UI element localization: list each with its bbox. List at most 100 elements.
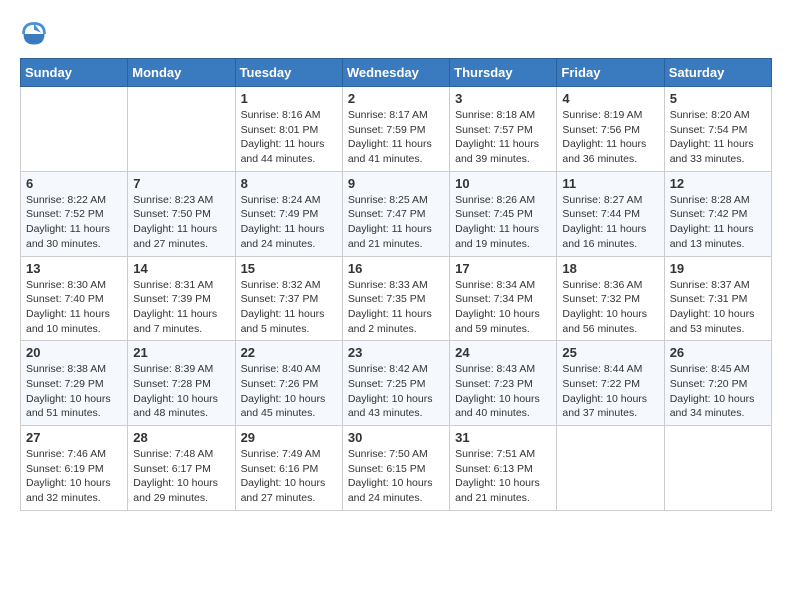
day-number: 19 — [670, 261, 766, 276]
day-info: Sunrise: 8:28 AM Sunset: 7:42 PM Dayligh… — [670, 193, 766, 252]
calendar-cell: 8Sunrise: 8:24 AM Sunset: 7:49 PM Daylig… — [235, 171, 342, 256]
day-info: Sunrise: 7:51 AM Sunset: 6:13 PM Dayligh… — [455, 447, 551, 506]
day-info: Sunrise: 8:36 AM Sunset: 7:32 PM Dayligh… — [562, 278, 658, 337]
day-number: 14 — [133, 261, 229, 276]
day-number: 16 — [348, 261, 444, 276]
week-row-2: 6 Sunrise: 8:22 AM Sunset: 7:52 PM Daylig… — [21, 171, 772, 256]
day-info: Sunrise: 8:17 AM Sunset: 7:59 PM Dayligh… — [348, 108, 444, 167]
calendar-cell: 7 Sunrise: 8:23 AM Sunset: 7:50 PM Daylig… — [128, 171, 235, 256]
day-info: Sunrise: 8:26 AM Sunset: 7:45 PM Dayligh… — [455, 193, 551, 252]
calendar-cell: 15 Sunrise: 8:32 AM Sunset: 7:37 PM Dayli… — [235, 256, 342, 341]
day-number: 8 — [241, 176, 337, 191]
day-info: Sunrise: 8:27 AM Sunset: 7:44 PM Dayligh… — [562, 193, 658, 252]
calendar-cell: 3Sunrise: 8:18 AM Sunset: 7:57 PM Daylig… — [450, 87, 557, 172]
calendar-cell: 27 Sunrise: 7:46 AM Sunset: 6:19 PM Dayli… — [21, 426, 128, 511]
calendar-cell: 23Sunrise: 8:42 AM Sunset: 7:25 PM Dayli… — [342, 341, 449, 426]
calendar-cell: 14 Sunrise: 8:31 AM Sunset: 7:39 PM Dayli… — [128, 256, 235, 341]
calendar-cell: 30 Sunrise: 7:50 AM Sunset: 6:15 PM Dayli… — [342, 426, 449, 511]
col-header-sunday: Sunday — [21, 59, 128, 87]
day-info: Sunrise: 8:44 AM Sunset: 7:22 PM Dayligh… — [562, 362, 658, 421]
col-header-saturday: Saturday — [664, 59, 771, 87]
calendar-cell: 12 Sunrise: 8:28 AM Sunset: 7:42 PM Dayli… — [664, 171, 771, 256]
calendar-cell: 1 Sunrise: 8:16 AM Sunset: 8:01 PM Daylig… — [235, 87, 342, 172]
day-info: Sunrise: 7:46 AM Sunset: 6:19 PM Dayligh… — [26, 447, 122, 506]
calendar-cell: 28Sunrise: 7:48 AM Sunset: 6:17 PM Dayli… — [128, 426, 235, 511]
day-number: 21 — [133, 345, 229, 360]
day-info: Sunrise: 8:43 AM Sunset: 7:23 PM Dayligh… — [455, 362, 551, 421]
day-info: Sunrise: 8:23 AM Sunset: 7:50 PM Dayligh… — [133, 193, 229, 252]
col-header-monday: Monday — [128, 59, 235, 87]
day-info: Sunrise: 8:45 AM Sunset: 7:20 PM Dayligh… — [670, 362, 766, 421]
week-row-5: 27 Sunrise: 7:46 AM Sunset: 6:19 PM Dayli… — [21, 426, 772, 511]
calendar-cell: 25 Sunrise: 8:44 AM Sunset: 7:22 PM Dayli… — [557, 341, 664, 426]
calendar-cell: 4 Sunrise: 8:19 AM Sunset: 7:56 PM Daylig… — [557, 87, 664, 172]
col-header-wednesday: Wednesday — [342, 59, 449, 87]
day-number: 29 — [241, 430, 337, 445]
calendar-cell — [664, 426, 771, 511]
col-header-tuesday: Tuesday — [235, 59, 342, 87]
calendar-cell — [557, 426, 664, 511]
day-number: 12 — [670, 176, 766, 191]
day-info: Sunrise: 8:37 AM Sunset: 7:31 PM Dayligh… — [670, 278, 766, 337]
page-header — [20, 20, 772, 48]
day-number: 17 — [455, 261, 551, 276]
calendar-cell: 18 Sunrise: 8:36 AM Sunset: 7:32 PM Dayli… — [557, 256, 664, 341]
day-number: 22 — [241, 345, 337, 360]
day-info: Sunrise: 8:19 AM Sunset: 7:56 PM Dayligh… — [562, 108, 658, 167]
day-info: Sunrise: 7:49 AM Sunset: 6:16 PM Dayligh… — [241, 447, 337, 506]
day-number: 7 — [133, 176, 229, 191]
day-number: 11 — [562, 176, 658, 191]
day-info: Sunrise: 7:50 AM Sunset: 6:15 PM Dayligh… — [348, 447, 444, 506]
day-number: 18 — [562, 261, 658, 276]
day-number: 20 — [26, 345, 122, 360]
day-number: 23 — [348, 345, 444, 360]
day-info: Sunrise: 8:20 AM Sunset: 7:54 PM Dayligh… — [670, 108, 766, 167]
logo — [20, 20, 52, 48]
day-number: 6 — [26, 176, 122, 191]
col-header-thursday: Thursday — [450, 59, 557, 87]
day-info: Sunrise: 8:40 AM Sunset: 7:26 PM Dayligh… — [241, 362, 337, 421]
logo-icon — [20, 20, 48, 48]
day-info: Sunrise: 8:33 AM Sunset: 7:35 PM Dayligh… — [348, 278, 444, 337]
day-info: Sunrise: 8:16 AM Sunset: 8:01 PM Dayligh… — [241, 108, 337, 167]
day-info: Sunrise: 8:31 AM Sunset: 7:39 PM Dayligh… — [133, 278, 229, 337]
calendar-cell: 22 Sunrise: 8:40 AM Sunset: 7:26 PM Dayli… — [235, 341, 342, 426]
day-number: 25 — [562, 345, 658, 360]
calendar-cell: 31 Sunrise: 7:51 AM Sunset: 6:13 PM Dayli… — [450, 426, 557, 511]
calendar-cell: 21Sunrise: 8:39 AM Sunset: 7:28 PM Dayli… — [128, 341, 235, 426]
week-row-4: 20 Sunrise: 8:38 AM Sunset: 7:29 PM Dayli… — [21, 341, 772, 426]
calendar-cell: 13Sunrise: 8:30 AM Sunset: 7:40 PM Dayli… — [21, 256, 128, 341]
calendar-cell: 2 Sunrise: 8:17 AM Sunset: 7:59 PM Daylig… — [342, 87, 449, 172]
day-number: 24 — [455, 345, 551, 360]
day-number: 10 — [455, 176, 551, 191]
calendar-cell: 17 Sunrise: 8:34 AM Sunset: 7:34 PM Dayli… — [450, 256, 557, 341]
day-number: 26 — [670, 345, 766, 360]
calendar-cell: 16 Sunrise: 8:33 AM Sunset: 7:35 PM Dayli… — [342, 256, 449, 341]
day-number: 4 — [562, 91, 658, 106]
day-info: Sunrise: 8:22 AM Sunset: 7:52 PM Dayligh… — [26, 193, 122, 252]
day-number: 13 — [26, 261, 122, 276]
calendar-cell: 19 Sunrise: 8:37 AM Sunset: 7:31 PM Dayli… — [664, 256, 771, 341]
day-number: 9 — [348, 176, 444, 191]
calendar-cell: 29 Sunrise: 7:49 AM Sunset: 6:16 PM Dayli… — [235, 426, 342, 511]
day-number: 1 — [241, 91, 337, 106]
day-number: 30 — [348, 430, 444, 445]
day-info: Sunrise: 8:32 AM Sunset: 7:37 PM Dayligh… — [241, 278, 337, 337]
day-number: 2 — [348, 91, 444, 106]
day-info: Sunrise: 8:25 AM Sunset: 7:47 PM Dayligh… — [348, 193, 444, 252]
day-number: 15 — [241, 261, 337, 276]
calendar-cell: 20 Sunrise: 8:38 AM Sunset: 7:29 PM Dayli… — [21, 341, 128, 426]
day-info: Sunrise: 8:38 AM Sunset: 7:29 PM Dayligh… — [26, 362, 122, 421]
day-number: 31 — [455, 430, 551, 445]
calendar-cell: 26 Sunrise: 8:45 AM Sunset: 7:20 PM Dayli… — [664, 341, 771, 426]
calendar-cell — [21, 87, 128, 172]
day-number: 27 — [26, 430, 122, 445]
day-info: Sunrise: 7:48 AM Sunset: 6:17 PM Dayligh… — [133, 447, 229, 506]
calendar-cell — [128, 87, 235, 172]
calendar-cell: 11 Sunrise: 8:27 AM Sunset: 7:44 PM Dayli… — [557, 171, 664, 256]
calendar-cell: 5Sunrise: 8:20 AM Sunset: 7:54 PM Daylig… — [664, 87, 771, 172]
col-header-friday: Friday — [557, 59, 664, 87]
week-row-3: 13Sunrise: 8:30 AM Sunset: 7:40 PM Dayli… — [21, 256, 772, 341]
calendar-cell: 10 Sunrise: 8:26 AM Sunset: 7:45 PM Dayli… — [450, 171, 557, 256]
day-info: Sunrise: 8:34 AM Sunset: 7:34 PM Dayligh… — [455, 278, 551, 337]
